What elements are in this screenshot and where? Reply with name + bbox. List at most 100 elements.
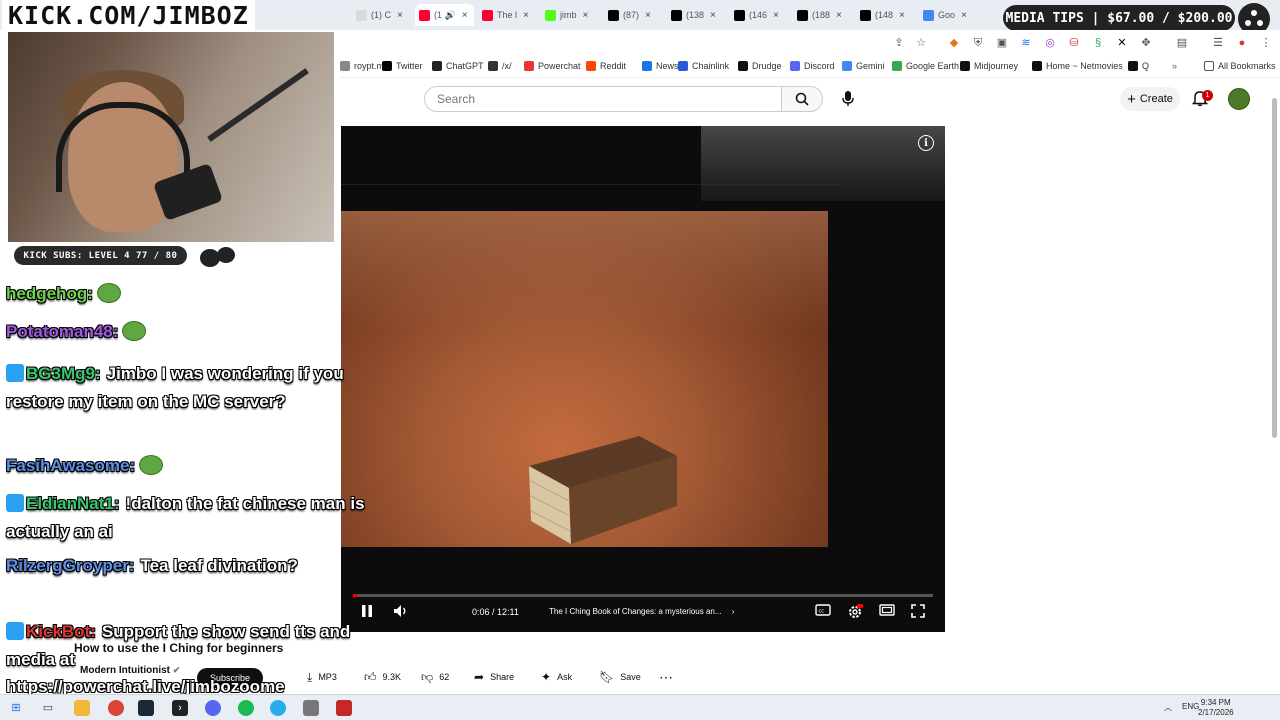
bookmark-item[interactable]: Reddit — [586, 61, 626, 71]
bookmark-item[interactable]: Twitter — [382, 61, 423, 71]
player-controls: 0:06 / 12:11 The I Ching Book of Changes… — [341, 594, 945, 632]
puzzle-icon[interactable]: ✥ — [1139, 36, 1153, 50]
bookmark-favicon-icon — [960, 61, 970, 71]
video-frame — [341, 211, 828, 547]
menu-icon[interactable]: ☰ — [1211, 36, 1225, 50]
browser-tab[interactable]: (1 🔊 × — [415, 4, 474, 26]
tab-favicon-icon — [797, 9, 808, 21]
bookmark-item[interactable]: Gemini — [842, 61, 885, 71]
browser-tab[interactable]: Goo × — [919, 4, 978, 26]
theater-mode-button[interactable] — [879, 604, 895, 619]
browser-tab[interactable]: jimb × — [541, 4, 600, 26]
bookmark-item[interactable]: Powerchat — [524, 61, 581, 71]
bookmark-item[interactable]: Midjourney — [960, 61, 1018, 71]
close-tab-icon[interactable]: × — [645, 10, 651, 21]
video-player[interactable]: i 0:06 / 12:11 The I Ching Book of Chang… — [341, 126, 945, 632]
bookmark-favicon-icon — [432, 61, 442, 71]
save-button[interactable]: 🔖︎ Save — [599, 666, 641, 688]
bookmark-item[interactable]: Chainlink — [678, 61, 729, 71]
close-tab-icon[interactable]: × — [899, 10, 905, 21]
bookmark-item[interactable]: Q — [1128, 61, 1149, 71]
close-tab-icon[interactable]: × — [773, 10, 779, 21]
task-view-icon[interactable]: ▭ — [40, 700, 56, 716]
account-avatar[interactable] — [1228, 88, 1250, 110]
scroll-thumb[interactable] — [1272, 98, 1277, 438]
tab-search-icon[interactable]: ▤ — [1175, 36, 1189, 50]
bookmark-item[interactable]: ChatGPT — [432, 61, 484, 71]
tab-label: (1) C — [371, 10, 391, 20]
shield-icon[interactable]: ⛨ — [971, 36, 985, 50]
browser-tab[interactable]: (148 × — [856, 4, 915, 26]
chat-message: EldianNat1: !dalton the fat chinese man i… — [6, 490, 366, 546]
bookmark-star-icon[interactable]: ☆ — [914, 36, 928, 50]
more-actions-button[interactable]: ⋯ — [659, 666, 673, 688]
system-clock[interactable]: 9:34 PM 2/17/2026 — [1198, 698, 1234, 718]
close-tab-icon[interactable]: × — [523, 10, 529, 21]
chat-username: RilzergGroyper: — [6, 556, 135, 575]
start-icon[interactable]: ⊞ — [8, 700, 24, 716]
browser-tab[interactable]: (188 × — [793, 4, 852, 26]
bookmark-item[interactable]: Home ~ Netmovies — [1032, 61, 1123, 71]
bookmark-favicon-icon — [842, 61, 852, 71]
terminal-icon[interactable]: › — [172, 700, 188, 716]
audio-icon[interactable]: ≋ — [1019, 36, 1033, 50]
more-icon[interactable]: ⋮ — [1259, 36, 1273, 50]
extension-icon[interactable]: ◎ — [1043, 36, 1057, 50]
extension-icon[interactable]: § — [1091, 36, 1105, 50]
fullscreen-button[interactable] — [911, 604, 925, 621]
voice-search-button[interactable] — [835, 86, 861, 112]
browser-tab[interactable]: The l × — [478, 4, 537, 26]
volume-button[interactable] — [393, 604, 409, 621]
bookmark-item[interactable]: Drudge — [738, 61, 782, 71]
browser-tab[interactable]: (146 × — [730, 4, 789, 26]
close-tab-icon[interactable]: × — [397, 10, 403, 21]
profile-icon[interactable]: ● — [1235, 36, 1249, 50]
steam-icon[interactable] — [138, 700, 154, 716]
close-tab-icon[interactable]: × — [462, 10, 468, 21]
tray-chevron-icon[interactable]: ︿ — [1164, 702, 1172, 713]
spotify-icon[interactable] — [238, 700, 254, 716]
search-input[interactable]: Search — [424, 86, 782, 112]
chat-message: Potatoman48: — [6, 318, 366, 346]
bookmark-favicon-icon — [678, 61, 688, 71]
bookmark-item[interactable]: Discord — [790, 61, 835, 71]
x-icon[interactable]: ✕ — [1115, 36, 1129, 50]
browser-tab[interactable]: (1) C × — [352, 4, 411, 26]
obs-icon[interactable] — [336, 700, 352, 716]
discord-icon[interactable] — [205, 700, 221, 716]
ask-button[interactable]: ✦ Ask — [541, 666, 572, 688]
app-icon[interactable] — [303, 700, 319, 716]
search-button[interactable] — [781, 86, 823, 112]
create-button[interactable]: + Create — [1120, 87, 1180, 111]
close-tab-icon[interactable]: × — [583, 10, 589, 21]
close-tab-icon[interactable]: × — [836, 10, 842, 21]
dislike-button[interactable]: 👎︎ 62 — [421, 666, 449, 688]
progress-bar[interactable] — [353, 594, 933, 597]
close-tab-icon[interactable]: × — [710, 10, 716, 21]
language-indicator[interactable]: ENG — [1182, 702, 1199, 711]
chapter-title[interactable]: The I Ching Book of Changes: a mysteriou… — [549, 607, 734, 616]
close-tab-icon[interactable]: × — [961, 10, 967, 21]
browser-tab[interactable]: (138 × — [667, 4, 726, 26]
telegram-icon[interactable] — [270, 700, 286, 716]
extension-icon[interactable]: ▣ — [995, 36, 1009, 50]
extension-icon[interactable]: ⛁ — [1067, 36, 1081, 50]
tab-label: Goo — [938, 10, 956, 20]
install-icon[interactable]: ⇪ — [892, 36, 906, 50]
bookmark-item[interactable]: Google Earth — [892, 61, 959, 71]
share-button[interactable]: ➦ Share — [474, 666, 514, 688]
metamask-icon[interactable]: ◆ — [947, 36, 961, 50]
all-bookmarks[interactable]: All Bookmarks — [1204, 61, 1276, 71]
settings-button[interactable] — [847, 604, 863, 623]
captions-button[interactable]: cc — [815, 604, 831, 619]
bookmark-item[interactable]: News — [642, 61, 679, 71]
info-icon[interactable]: i — [918, 135, 934, 151]
chrome-icon[interactable] — [108, 700, 124, 716]
bookmarks-overflow-icon[interactable]: » — [1172, 61, 1177, 71]
chat-username: hedgehog: — [6, 284, 93, 303]
file-explorer-icon[interactable] — [74, 700, 90, 716]
like-button[interactable]: 👍︎ 9.3K — [364, 666, 401, 688]
bookmark-item[interactable]: /x/ — [488, 61, 512, 71]
page-scrollbar[interactable] — [1270, 84, 1278, 694]
browser-tab[interactable]: (87) × — [604, 4, 663, 26]
